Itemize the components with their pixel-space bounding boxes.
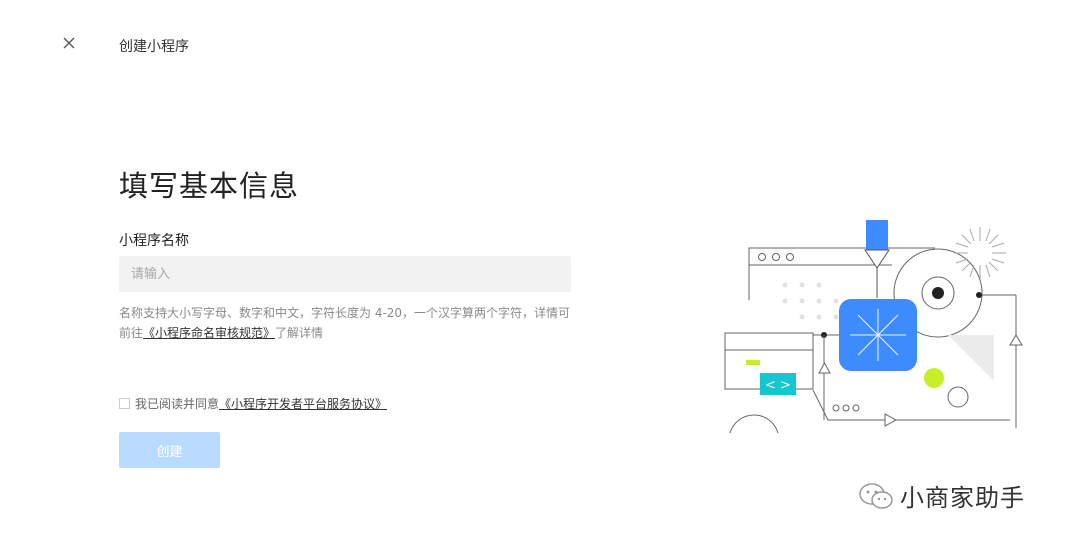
name-field-label: 小程序名称 xyxy=(119,233,189,249)
agreement-row: 我已阅读并同意 《小程序开发者平台服务协议》 xyxy=(119,395,387,412)
wechat-icon xyxy=(859,482,893,509)
app-tile-shape xyxy=(839,299,917,371)
hint-text-tail: 了解详情 xyxy=(275,326,324,340)
lime-dot xyxy=(924,368,944,388)
create-button[interactable]: 创建 xyxy=(119,432,220,468)
bottom-arc xyxy=(729,414,779,434)
name-input[interactable] xyxy=(119,256,571,292)
sunburst-shape xyxy=(954,227,1006,279)
watermark-text: 小商家助手 xyxy=(900,484,1025,512)
page-heading: 填写基本信息 xyxy=(119,169,300,203)
gray-triangle xyxy=(948,335,994,381)
browser-window-shape xyxy=(748,247,935,300)
code-glyph: < > xyxy=(765,378,791,393)
dot-grid xyxy=(782,282,839,320)
small-circle xyxy=(947,386,969,408)
window-title: 创建小程序 xyxy=(119,39,189,55)
close-button[interactable] xyxy=(58,32,80,54)
agreement-text: 我已阅读并同意 xyxy=(135,397,220,411)
naming-rules-link[interactable]: 《小程序命名审核规范》 xyxy=(143,326,275,340)
name-hint: 名称支持大小写字母、数字和中文，字符长度为 4-20，一个汉字算两个字符，详情可… xyxy=(119,303,574,343)
agreement-link[interactable]: 《小程序开发者平台服务协议》 xyxy=(219,395,387,412)
mini-program-illustration: < > xyxy=(724,220,1023,434)
close-icon xyxy=(63,37,75,49)
code-card-shape: < > xyxy=(724,332,814,395)
pen-nib-shape xyxy=(864,220,890,298)
watermark: 小商家助手 xyxy=(858,478,1025,513)
agreement-checkbox[interactable] xyxy=(119,398,130,409)
